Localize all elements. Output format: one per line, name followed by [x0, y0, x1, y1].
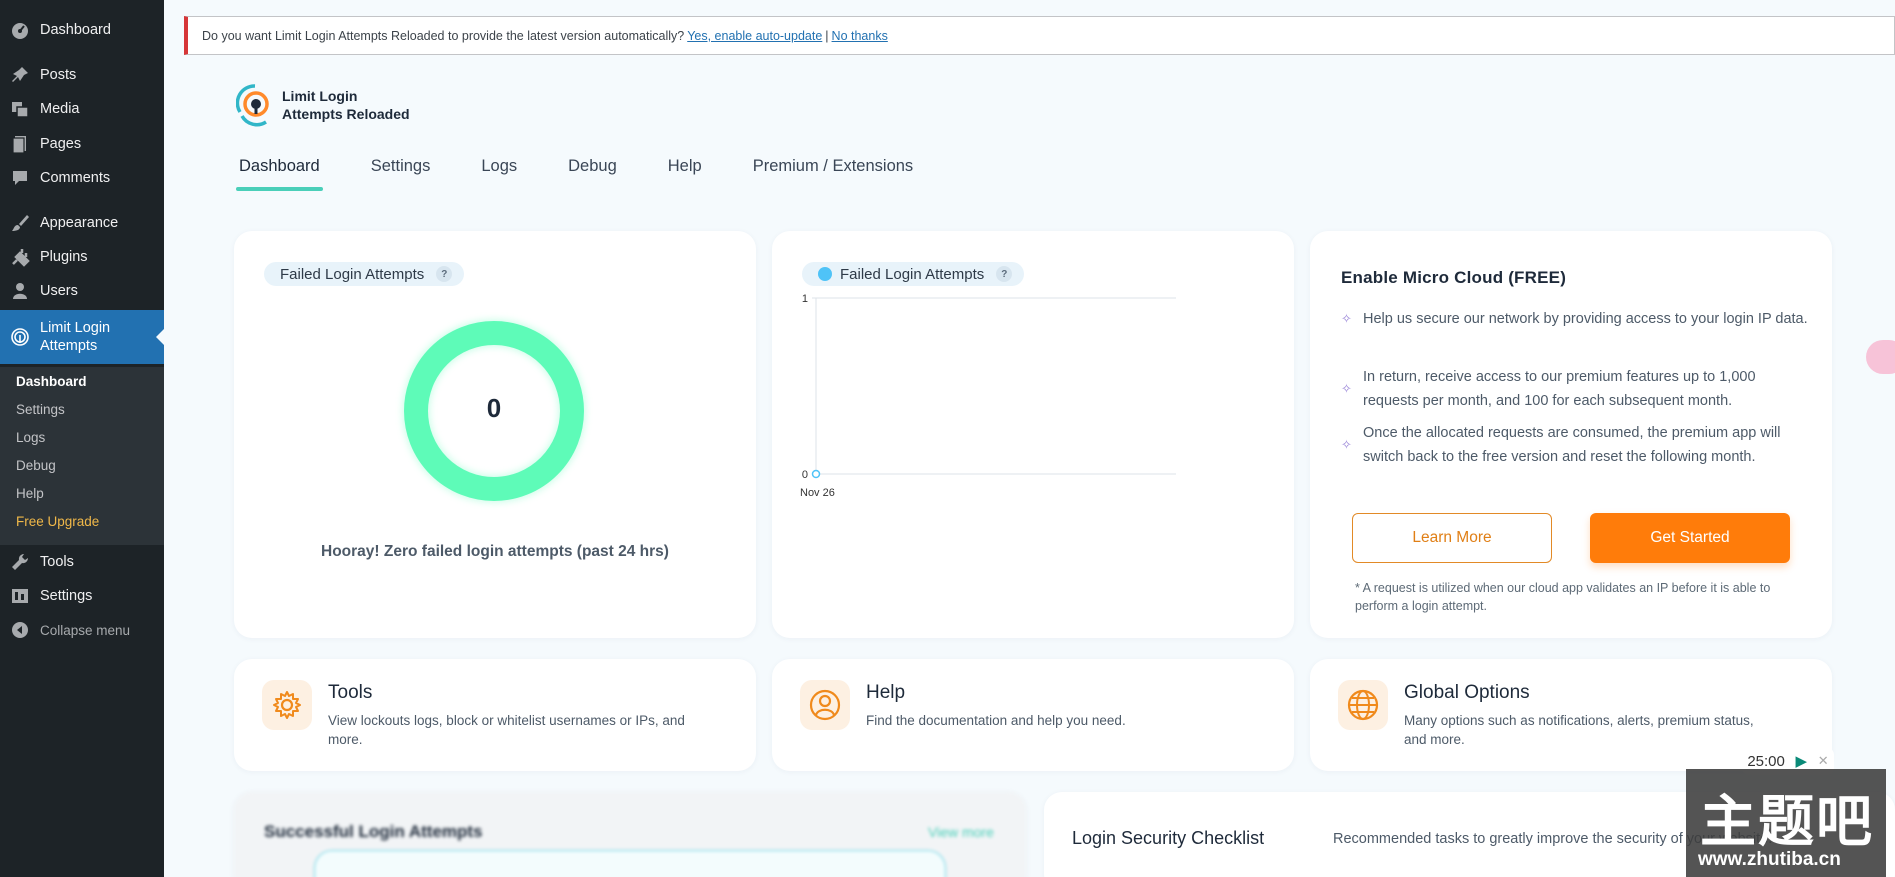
- submenu-free-upgrade[interactable]: Free Upgrade: [16, 514, 99, 529]
- sidebar-item-plugins[interactable]: Plugins: [0, 240, 164, 274]
- sidebar-item-limit-login-attempts[interactable]: Limit Login Attempts: [0, 310, 164, 364]
- admin-sidebar: Dashboard Posts Media Pages Comments App…: [0, 0, 164, 877]
- data-point: [811, 469, 821, 479]
- y-tick-label: 0: [802, 469, 808, 481]
- sidebar-item-posts[interactable]: Posts: [0, 58, 164, 92]
- no-thanks-link[interactable]: No thanks: [832, 29, 888, 43]
- site-watermark: 主题吧 www.zhutiba.cn: [1686, 769, 1886, 877]
- brush-icon: [0, 213, 40, 233]
- view-more-link[interactable]: View more: [928, 824, 994, 840]
- fingerprint-icon: [0, 327, 40, 347]
- sidebar-item-media[interactable]: Media: [0, 92, 164, 126]
- comment-icon: [0, 168, 40, 188]
- pill-label: Failed Login Attempts: [280, 265, 425, 283]
- zero-failed-message: Hooray! Zero failed login attempts (past…: [321, 543, 669, 560]
- y-tick-label: 1: [802, 293, 808, 305]
- tools-desc: View lockouts logs, block or whitelist u…: [328, 713, 685, 747]
- media-icon: [0, 99, 40, 119]
- micro-cloud-note: * A request is utilized when our cloud a…: [1355, 581, 1771, 613]
- close-icon[interactable]: ✕: [1818, 753, 1829, 769]
- submenu-settings[interactable]: Settings: [16, 402, 65, 417]
- global-options-title: Global Options: [1404, 682, 1530, 703]
- help-card[interactable]: Help Find the documentation and help you…: [772, 659, 1294, 771]
- help-tooltip-icon[interactable]: ?: [436, 266, 453, 282]
- logo-line1: Limit Login: [282, 88, 358, 104]
- successful-attempts-panel: [314, 850, 946, 877]
- pages-icon: [0, 134, 40, 154]
- sidebar-item-tools[interactable]: Tools: [0, 545, 164, 579]
- submenu-dashboard[interactable]: Dashboard: [16, 374, 87, 389]
- sparkle-icon: ✧: [1341, 437, 1352, 452]
- tab-logs[interactable]: Logs: [478, 152, 520, 191]
- dashboard-icon: [0, 20, 40, 40]
- micro-cloud-item: ✧ In return, receive access to our premi…: [1341, 369, 1756, 409]
- micro-cloud-item: ✧ Once the allocated requests are consum…: [1341, 425, 1781, 465]
- plugin-logo: Limit Login Attempts Reloaded: [236, 82, 410, 128]
- learn-more-button[interactable]: Learn More: [1352, 513, 1552, 563]
- notice-text: Do you want Limit Login Attempts Reloade…: [202, 28, 685, 43]
- micro-cloud-card: Enable Micro Cloud (FREE) ✧ Help us secu…: [1310, 231, 1832, 638]
- successful-attempts-card: Successful Login Attempts View more: [234, 792, 1026, 877]
- submenu-debug[interactable]: Debug: [16, 458, 56, 473]
- sparkle-icon: ✧: [1341, 381, 1352, 396]
- global-options-desc: Many options such as notifications, aler…: [1404, 713, 1754, 747]
- sparkle-icon: ✧: [1341, 311, 1352, 326]
- successful-attempts-title: Successful Login Attempts: [264, 822, 483, 841]
- timer-value: 25:00: [1747, 752, 1785, 770]
- enable-auto-update-link[interactable]: Yes, enable auto-update: [687, 29, 822, 43]
- get-started-button[interactable]: Get Started: [1590, 513, 1790, 563]
- tab-debug[interactable]: Debug: [565, 152, 620, 191]
- pin-icon: [0, 65, 40, 85]
- failed-attempts-card: Failed Login Attempts ? 0 Hooray! Zero f…: [234, 231, 756, 638]
- wrench-icon: [0, 552, 40, 572]
- tools-title: Tools: [328, 682, 373, 703]
- auto-update-notice: Do you want Limit Login Attempts Reloade…: [184, 16, 1895, 55]
- sidebar-item-users[interactable]: Users: [0, 274, 164, 308]
- x-tick-label: Nov 26: [800, 487, 835, 499]
- plug-icon: [0, 247, 40, 267]
- floating-translate-button[interactable]: [1866, 340, 1895, 374]
- micro-cloud-title: Enable Micro Cloud (FREE): [1341, 268, 1567, 287]
- sidebar-item-appearance[interactable]: Appearance: [0, 206, 164, 240]
- tab-help[interactable]: Help: [665, 152, 705, 191]
- settings-icon: [0, 586, 40, 606]
- gear-icon: [262, 680, 312, 730]
- tools-card[interactable]: Tools View lockouts logs, block or white…: [234, 659, 756, 771]
- tab-premium-extensions[interactable]: Premium / Extensions: [750, 152, 916, 191]
- notice-separator: |: [825, 28, 829, 43]
- tab-settings[interactable]: Settings: [368, 152, 434, 191]
- collapse-menu[interactable]: Collapse menu: [0, 613, 164, 647]
- sidebar-item-dashboard[interactable]: Dashboard: [0, 13, 164, 47]
- play-icon[interactable]: ▶: [1796, 752, 1808, 770]
- sidebar-item-settings[interactable]: Settings: [0, 579, 164, 613]
- logo-icon: [236, 84, 269, 127]
- watermark-title: 主题吧: [1700, 790, 1874, 855]
- failed-attempts-chart: 0 1 Nov 26: [800, 293, 1176, 499]
- failed-attempts-count: 0: [486, 393, 502, 423]
- checklist-title: Login Security Checklist: [1072, 828, 1265, 848]
- failed-attempts-pill: Failed Login Attempts ?: [264, 262, 465, 286]
- help-title: Help: [866, 682, 906, 703]
- collapse-icon: [0, 620, 40, 640]
- submenu-help[interactable]: Help: [16, 486, 44, 501]
- micro-cloud-item: ✧ Help us secure our network by providin…: [1341, 307, 1811, 331]
- plugin-tabs: Dashboard Settings Logs Debug Help Premi…: [236, 152, 961, 191]
- submenu: Dashboard Settings Logs Debug Help Free …: [0, 367, 164, 545]
- failed-attempts-chart-card: Failed Login Attempts ? 0 1 Nov 26: [772, 231, 1294, 638]
- tab-dashboard[interactable]: Dashboard: [236, 152, 323, 191]
- sidebar-item-comments[interactable]: Comments: [0, 161, 164, 195]
- user-icon: [0, 281, 40, 301]
- logo-line2: Attempts Reloaded: [282, 106, 410, 122]
- watermark-url: www.zhutiba.cn: [1698, 849, 1841, 870]
- support-icon: [800, 680, 850, 730]
- globe-icon: [1338, 680, 1388, 730]
- submenu-logs[interactable]: Logs: [16, 430, 45, 445]
- sidebar-item-pages[interactable]: Pages: [0, 127, 164, 161]
- help-desc: Find the documentation and help you need…: [866, 713, 1126, 728]
